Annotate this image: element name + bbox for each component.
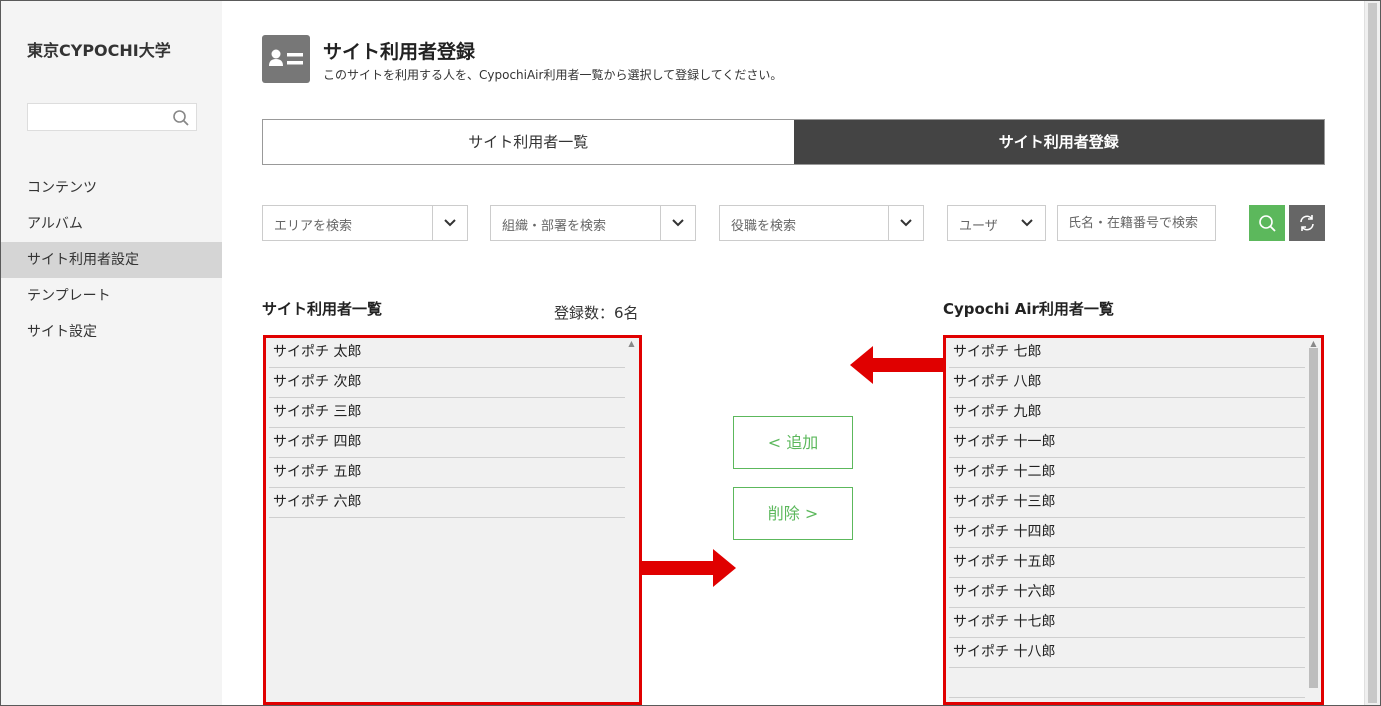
list-item[interactable]: サイポチ 三郎: [269, 398, 625, 428]
list-item[interactable]: サイポチ 十八郎: [949, 638, 1305, 668]
chevron-down-icon[interactable]: [888, 206, 923, 240]
list-item[interactable]: サイポチ 九郎: [949, 398, 1305, 428]
list-item[interactable]: サイポチ 太郎: [269, 338, 625, 368]
chevron-down-icon[interactable]: [660, 206, 695, 240]
reset-button[interactable]: [1289, 205, 1325, 241]
tab-site-user-register[interactable]: サイト利用者登録: [793, 120, 1324, 164]
page-title: サイト利用者登録: [323, 41, 476, 63]
arrow-right-icon: [641, 549, 736, 587]
list-item[interactable]: サイポチ 十五郎: [949, 548, 1305, 578]
org-select[interactable]: 組織・部署を検索: [490, 205, 696, 241]
sidebar-item-site-settings[interactable]: サイト設定: [1, 314, 222, 350]
site-user-listbox[interactable]: サイポチ 太郎 サイポチ 次郎 サイポチ 三郎 サイポチ 四郎 サイポチ 五郎 …: [263, 335, 642, 705]
remove-button[interactable]: 削除 >: [733, 487, 853, 540]
list-item[interactable]: サイポチ 十二郎: [949, 458, 1305, 488]
scroll-up-icon[interactable]: ▲: [627, 340, 636, 348]
chevron-down-icon[interactable]: [1010, 206, 1045, 240]
site-user-list-title: サイト利用者一覧: [262, 300, 383, 318]
list-item[interactable]: サイポチ 十一郎: [949, 428, 1305, 458]
sidebar-item-site-users[interactable]: サイト利用者設定: [1, 242, 222, 278]
cypochi-air-user-list: サイポチ 七郎 サイポチ 八郎 サイポチ 九郎 サイポチ 十一郎 サイポチ 十二…: [949, 338, 1305, 698]
user-card-icon: [262, 35, 310, 83]
list-item[interactable]: サイポチ 七郎: [949, 338, 1305, 368]
area-select[interactable]: エリアを検索: [262, 205, 468, 241]
scrollbar-thumb[interactable]: [1309, 348, 1318, 688]
scrollbar[interactable]: ▲: [1309, 340, 1318, 688]
list-item[interactable]: [949, 668, 1305, 698]
tab-site-user-list[interactable]: サイト利用者一覧: [263, 120, 794, 164]
user-type-select[interactable]: ユーザ: [947, 205, 1046, 241]
add-button[interactable]: < 追加: [733, 416, 853, 469]
user-type-select-value: ユーザ: [959, 219, 998, 234]
scroll-up-icon[interactable]: ▲: [1309, 340, 1318, 348]
sidebar: 東京CYPOCHI大学 コンテンツ アルバム サイト利用者設定 テンプレート サ…: [1, 1, 222, 705]
scrollbar[interactable]: ▲: [627, 340, 636, 348]
sidebar-item-album[interactable]: アルバム: [1, 206, 222, 242]
search-button[interactable]: [1249, 205, 1285, 241]
refresh-icon: [1300, 215, 1314, 231]
list-item[interactable]: サイポチ 十六郎: [949, 578, 1305, 608]
org-select-value: 組織・部署を検索: [502, 219, 607, 234]
list-item[interactable]: サイポチ 六郎: [269, 488, 625, 518]
app-window: 東京CYPOCHI大学 コンテンツ アルバム サイト利用者設定 テンプレート サ…: [0, 0, 1381, 706]
sidebar-search-input[interactable]: [27, 103, 197, 131]
list-item[interactable]: サイポチ 次郎: [269, 368, 625, 398]
cypochi-air-user-list-title: Cypochi Air利用者一覧: [943, 300, 1114, 318]
area-select-value: エリアを検索: [274, 219, 353, 234]
page-description: このサイトを利用する人を、CypochiAir利用者一覧から選択して登録してくだ…: [323, 68, 783, 82]
sidebar-item-template[interactable]: テンプレート: [1, 278, 222, 314]
list-item[interactable]: サイポチ 十三郎: [949, 488, 1305, 518]
chevron-down-icon[interactable]: [432, 206, 467, 240]
search-icon: [1259, 215, 1276, 232]
list-item[interactable]: サイポチ 八郎: [949, 368, 1305, 398]
sidebar-item-contents[interactable]: コンテンツ: [1, 170, 222, 206]
list-item[interactable]: サイポチ 十四郎: [949, 518, 1305, 548]
cypochi-air-user-listbox[interactable]: サイポチ 七郎 サイポチ 八郎 サイポチ 九郎 サイポチ 十一郎 サイポチ 十二…: [943, 335, 1324, 705]
list-item[interactable]: サイポチ 四郎: [269, 428, 625, 458]
arrow-left-icon: [850, 346, 945, 384]
list-item[interactable]: サイポチ 十七郎: [949, 608, 1305, 638]
page-scrollbar[interactable]: [1364, 1, 1380, 705]
role-select[interactable]: 役職を検索: [719, 205, 924, 241]
sidebar-nav: コンテンツ アルバム サイト利用者設定 テンプレート サイト設定: [1, 170, 222, 350]
search-icon[interactable]: [172, 109, 190, 127]
site-user-list: サイポチ 太郎 サイポチ 次郎 サイポチ 三郎 サイポチ 四郎 サイポチ 五郎 …: [269, 338, 625, 518]
site-name: 東京CYPOCHI大学: [27, 41, 171, 60]
list-item[interactable]: サイポチ 五郎: [269, 458, 625, 488]
name-search-input[interactable]: [1057, 205, 1216, 241]
tab-bar: サイト利用者一覧 サイト利用者登録: [262, 119, 1325, 165]
registered-count: 登録数：6名: [554, 304, 639, 322]
page-scrollbar-thumb[interactable]: [1368, 3, 1377, 703]
role-select-value: 役職を検索: [731, 219, 797, 234]
